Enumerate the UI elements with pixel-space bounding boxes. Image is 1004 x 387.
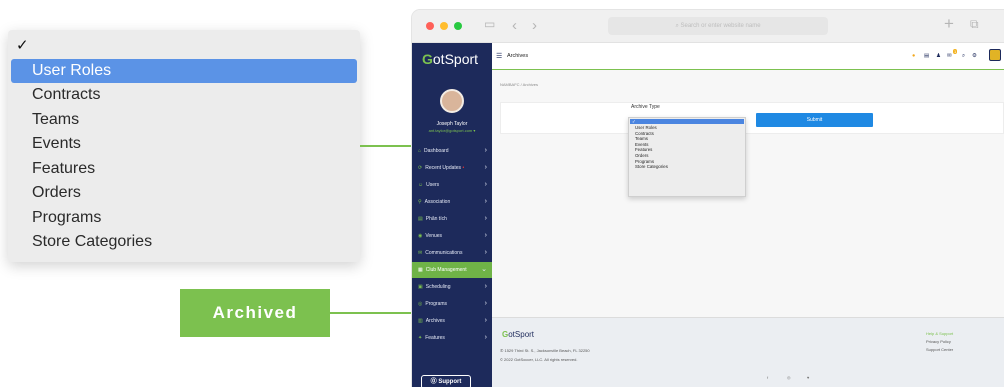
settings-icon[interactable]: ⚙ bbox=[972, 53, 977, 59]
calendar-icon: ▣ bbox=[418, 284, 423, 290]
sidebar-item-club-management[interactable]: ▦ Club Management ⌄ bbox=[412, 262, 492, 278]
instagram-icon[interactable]: ◎ bbox=[787, 375, 791, 380]
sidebar-item-programs[interactable]: ◎ Programs › bbox=[412, 296, 492, 312]
home-icon: ⌂ bbox=[418, 148, 422, 154]
dropdown-option-user-roles[interactable]: User Roles bbox=[11, 58, 357, 83]
venue-icon: ◉ bbox=[418, 233, 423, 239]
dropdown-option-store-categories[interactable]: Store Categories bbox=[629, 164, 745, 170]
chevron-right-icon: › bbox=[484, 181, 487, 188]
url-bar[interactable]: ⌕ Search or enter website name bbox=[608, 17, 828, 35]
chevron-right-icon: › bbox=[484, 147, 487, 154]
close-window-button[interactable] bbox=[426, 22, 434, 30]
sidebar-item-archives[interactable]: ▥ Archives › bbox=[412, 313, 492, 329]
footer-copyright: © 2022 GotSoccer, LLC. All rights reserv… bbox=[500, 357, 578, 362]
archive-type-dropdown[interactable]: ✓ User Roles Contracts Teams Events Feat… bbox=[628, 117, 746, 197]
sidebar-item-users[interactable]: ☺ Users › bbox=[412, 177, 492, 193]
mail-count-badge: 1 bbox=[953, 49, 958, 54]
user-icon[interactable]: ♟ bbox=[936, 53, 941, 59]
new-tab-icon[interactable]: + bbox=[944, 14, 954, 34]
mail-icon[interactable]: ✉ bbox=[947, 53, 952, 59]
sidebar-item-features[interactable]: ✦ Features › bbox=[412, 330, 492, 346]
chevron-right-icon: › bbox=[484, 232, 487, 239]
twitter-icon[interactable]: ♥ bbox=[807, 375, 809, 380]
archived-connector-line bbox=[330, 312, 418, 314]
footer-address: ✆ 1529 Third St. S., Jacksonville Beach,… bbox=[500, 348, 590, 353]
features-icon: ✦ bbox=[418, 335, 423, 341]
association-icon: ⚲ bbox=[418, 199, 422, 205]
browser-titlebar: ▭ ‹ › ⌕ Search or enter website name + ⧉ bbox=[412, 10, 1004, 43]
programs-icon: ◎ bbox=[418, 301, 423, 307]
archive-form-card bbox=[500, 102, 1004, 134]
user-name: Joseph Taylor bbox=[436, 121, 468, 127]
app-header: ☰ Archives ● ▤ ♟ ✉ 1 ⌕ ⚙ bbox=[492, 43, 1004, 70]
footer-help-title: Help & Support bbox=[926, 331, 954, 336]
breadcrumb[interactable]: NAMBAFC / Archives bbox=[500, 82, 538, 87]
dropdown-option-store-categories[interactable]: Store Categories bbox=[8, 230, 360, 255]
club-icon: ▦ bbox=[418, 267, 423, 273]
sidebar-item-scheduling[interactable]: ▣ Scheduling › bbox=[412, 279, 492, 295]
dropdown-option-teams[interactable]: Teams bbox=[8, 108, 360, 133]
chevron-right-icon[interactable]: › bbox=[532, 17, 537, 34]
calendar-icon[interactable]: ▤ bbox=[924, 53, 929, 59]
club-logo-icon[interactable] bbox=[989, 49, 1001, 61]
sidebar-item-communications[interactable]: ✉ Communications › bbox=[412, 245, 492, 261]
dropdown-option-features[interactable]: Features bbox=[8, 157, 360, 182]
archived-callout-label: Archived bbox=[180, 289, 330, 337]
dropdown-option-orders[interactable]: Orders bbox=[8, 181, 360, 206]
archive-type-label: Archive Type bbox=[631, 104, 660, 110]
chevron-right-icon: › bbox=[484, 164, 487, 171]
tab-overview-icon[interactable]: ⧉ bbox=[970, 17, 979, 32]
help-icon[interactable]: ● bbox=[912, 53, 915, 59]
hamburger-menu-icon[interactable]: ☰ bbox=[496, 52, 502, 60]
search-icon[interactable]: ⌕ bbox=[962, 53, 965, 60]
minimize-window-button[interactable] bbox=[440, 22, 448, 30]
refresh-icon: ⟳ bbox=[418, 165, 423, 171]
app-sidebar: GotSport Joseph Taylor ant.taylor@gotspo… bbox=[412, 43, 492, 387]
footer-logo[interactable]: GotSport bbox=[502, 330, 534, 339]
chevron-left-icon[interactable]: ‹ bbox=[512, 17, 517, 34]
facebook-icon[interactable]: f bbox=[767, 375, 768, 380]
sidebar-item-dashboard[interactable]: ⌂ Dashboard › bbox=[412, 143, 492, 159]
dropdown-option-programs[interactable]: Programs bbox=[8, 206, 360, 231]
sidebar-toggle-icon[interactable]: ▭ bbox=[484, 17, 495, 31]
support-button[interactable]: ⓪ Support bbox=[421, 375, 471, 387]
archive-icon: ▥ bbox=[418, 318, 423, 324]
screenshot-root: ✓ User Roles Contracts Teams Events Feat… bbox=[0, 0, 1004, 387]
sidebar-item-analytics[interactable]: ▤ Phân tích › bbox=[412, 211, 492, 227]
chevron-right-icon: › bbox=[484, 283, 487, 290]
chevron-right-icon: › bbox=[484, 334, 487, 341]
chevron-right-icon: › bbox=[484, 198, 487, 205]
dropdown-option-events[interactable]: Events bbox=[8, 132, 360, 157]
gotsport-logo[interactable]: GotSport bbox=[422, 51, 478, 67]
sidebar-item-recent-updates[interactable]: ⟳ Recent Updates • › bbox=[412, 160, 492, 176]
sidebar-item-venues[interactable]: ◉ Venues › bbox=[412, 228, 492, 244]
support-center-link[interactable]: Support Center bbox=[926, 347, 953, 352]
analytics-icon: ▤ bbox=[418, 216, 423, 222]
avatar[interactable] bbox=[440, 89, 464, 113]
chevron-right-icon: › bbox=[484, 249, 487, 256]
chevron-right-icon: › bbox=[484, 215, 487, 222]
browser-window: ▭ ‹ › ⌕ Search or enter website name + ⧉… bbox=[412, 10, 1004, 387]
dropdown-empty-option[interactable]: ✓ bbox=[8, 34, 360, 59]
sidebar-item-association[interactable]: ⚲ Association › bbox=[412, 194, 492, 210]
chevron-right-icon: › bbox=[484, 300, 487, 307]
dropdown-option-contracts[interactable]: Contracts bbox=[8, 83, 360, 108]
page-title: Archives bbox=[507, 53, 529, 59]
submit-button[interactable]: Submit bbox=[756, 113, 873, 127]
chevron-right-icon: › bbox=[484, 317, 487, 324]
dropdown-empty-option[interactable]: ✓ bbox=[630, 119, 744, 124]
url-placeholder: Search or enter website name bbox=[680, 23, 761, 29]
chevron-down-icon: ⌄ bbox=[481, 266, 487, 273]
user-email-dropdown[interactable]: ant.taylor@gotsport.com ▾ bbox=[412, 128, 492, 133]
notification-dot-icon: • bbox=[461, 165, 465, 171]
users-icon: ☺ bbox=[418, 182, 424, 188]
mail-icon: ✉ bbox=[418, 250, 423, 256]
page-footer: GotSport ✆ 1529 Third St. S., Jacksonvil… bbox=[492, 317, 1004, 387]
maximize-window-button[interactable] bbox=[454, 22, 462, 30]
privacy-policy-link[interactable]: Privacy Policy bbox=[926, 339, 951, 344]
zoomed-archive-type-dropdown: ✓ User Roles Contracts Teams Events Feat… bbox=[8, 30, 360, 262]
